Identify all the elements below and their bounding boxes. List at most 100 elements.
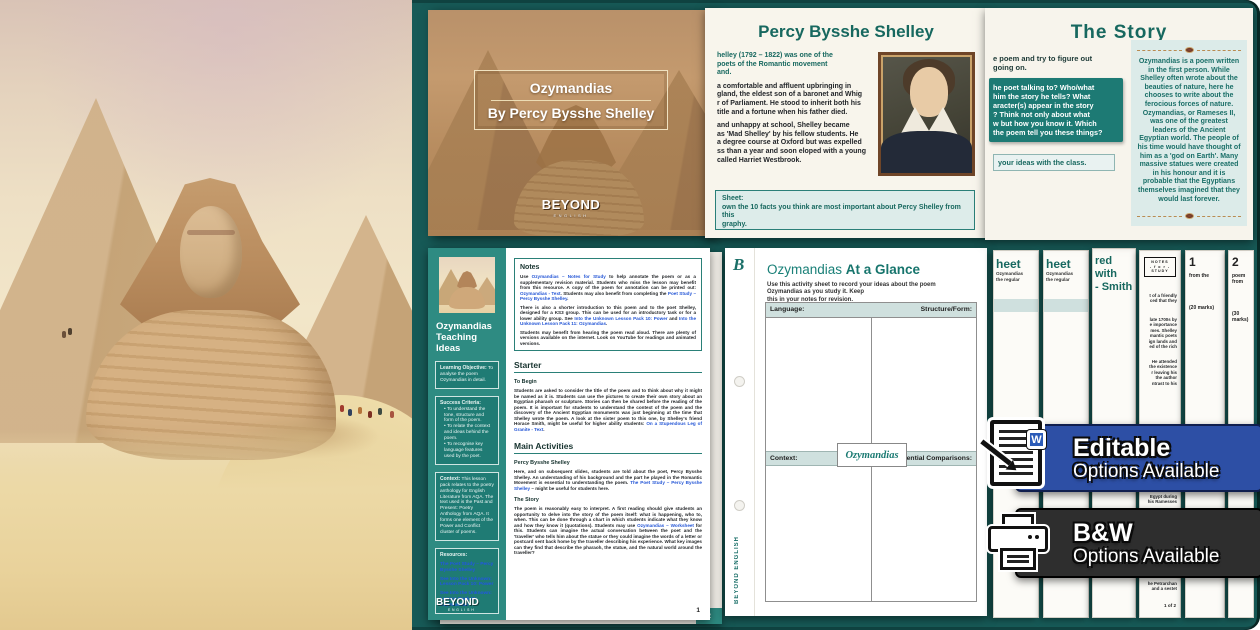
doc-link[interactable]: Ozymandias – Worksheet: [637, 523, 694, 528]
preview-panel: Ozymandias By Percy Bysshe Shelley BEYON…: [412, 0, 1260, 630]
doc-link[interactable]: Ozymandias – Notes for Study: [532, 274, 606, 279]
resource-link-pack-10[interactable]: See Into the Unknown: Lesson Pack 10: Po…: [440, 577, 494, 589]
bw-badge-title: B&W: [1073, 520, 1260, 546]
context-header: Context:: [766, 452, 802, 465]
bio-line: poets of the Romantic movement: [717, 61, 869, 70]
marks-label: (20 marks): [1189, 305, 1224, 311]
bio-line: called Harriet Westbrook.: [717, 157, 869, 166]
page-of-label: 1 of 2: [1164, 603, 1176, 608]
resource-preview-canvas: Ozymandias By Percy Bysshe Shelley BEYON…: [0, 0, 1260, 630]
worksheet-band: [1044, 299, 1088, 312]
tiny-figure: [390, 411, 394, 418]
ozymandias-info-panel: Ozymandias is a poem written in the firs…: [1131, 40, 1247, 226]
beyond-logo-subtext: ENGLISH: [428, 213, 714, 218]
beyond-logo: BEYOND ENGLISH: [436, 597, 479, 612]
scarab-ornament: [1137, 47, 1241, 53]
notes-fragment-group: Egypt during his Ramesses: [1140, 494, 1180, 505]
hole-punch: [734, 500, 745, 511]
sphinx-painting: [0, 0, 416, 630]
language-header: Language:: [766, 303, 871, 317]
story-questions-box: he poet talking to? Who/what him the sto…: [989, 78, 1123, 142]
compare-heading-fragment: - Smith: [1095, 281, 1135, 294]
tiny-figure: [368, 411, 372, 418]
notes-paragraph: Students may benefit from hearing the po…: [520, 330, 696, 347]
title-divider: [491, 100, 651, 101]
compare-heading-fragment: with: [1095, 268, 1135, 281]
glance-title: Ozymandias At a Glance: [767, 262, 920, 277]
bio-line: as 'Mad Shelley' by his fellow students.…: [717, 131, 869, 140]
bio-line: and unhappy at school, Shelley became: [717, 122, 869, 131]
structure-header: Structure/Form:: [871, 303, 976, 317]
beyond-logo: BEYOND ENGLISH: [428, 197, 714, 218]
question-line: w but how you know it. Which: [993, 119, 1119, 128]
resources-heading: Resources:: [440, 552, 467, 558]
poet-slide-preview: Percy Bysshe Shelley helley (1792 – 1822…: [705, 8, 987, 238]
table-header-row: Language: Structure/Form:: [766, 303, 976, 318]
teaching-main-content: Notes Use Ozymandias – Notes for Study t…: [514, 258, 702, 556]
context-box: Context: This lesson pack relates to the…: [435, 472, 499, 541]
task-line: graphy.: [722, 221, 968, 230]
teaching-sidebar: Ozymandias Teaching Ideas Learning Objec…: [428, 248, 506, 620]
scarab-icon: [1185, 47, 1194, 53]
criteria-heading: Success Criteria:: [440, 400, 481, 406]
task-line: own the 10 facts you think are most impo…: [722, 204, 968, 221]
hole-punch: [734, 376, 745, 387]
bio-line: title and a fortune when his father died…: [717, 109, 869, 118]
worksheet-line: the regular: [1046, 277, 1088, 283]
bio-line: gland, the eldest son of a baronet and W…: [717, 91, 869, 100]
worksheet-band: [994, 299, 1038, 312]
question-fragment: from the: [1189, 273, 1224, 279]
marks-label: (30 marks): [1232, 311, 1253, 323]
question-line: him the story he tells? What: [993, 92, 1119, 101]
criteria-item: To understand the tone, structure and fo…: [440, 407, 494, 425]
question-line: ? Think not only about what: [993, 110, 1119, 119]
to-begin-paragraph: Students are asked to consider the title…: [514, 388, 702, 432]
doc-link[interactable]: Into the Unknown Lesson Pack 10: Power: [574, 316, 667, 321]
slide-subtitle: By Percy Bysshe Shelley: [488, 105, 655, 121]
tiny-figure: [378, 408, 382, 415]
main-activities-heading: Main Activities: [514, 441, 702, 454]
activity1-heading: Percy Bysshe Shelley: [514, 460, 702, 466]
task-line: Sheet:: [722, 195, 968, 204]
bio-line: helley (1792 – 1822) was one of the: [717, 52, 869, 61]
info-paragraph: Ozymandias is a poem written in the firs…: [1137, 58, 1241, 208]
starter-heading: Starter: [514, 360, 702, 373]
criteria-item: To recognise key language features used …: [440, 442, 494, 460]
slide-title-frame: Ozymandias By Percy Bysshe Shelley: [474, 70, 668, 130]
word-w-icon: W: [1027, 430, 1046, 449]
story-intro-text: e poem and try to figure out going on.: [993, 54, 1119, 72]
story-slide-preview: The Story e poem and try to figure out g…: [985, 8, 1253, 240]
learning-objective-box: Learning Objective: To analyse the poem …: [435, 361, 499, 389]
beyond-b-mark: B: [733, 255, 754, 275]
bio-line: ss than a year and soon eloped with a yo…: [717, 148, 869, 157]
question-number: 2: [1232, 255, 1253, 269]
scarab-ornament: [1137, 213, 1241, 219]
intro-line: going on.: [993, 63, 1119, 72]
glance-description: Use this activity sheet to record your i…: [767, 282, 972, 304]
sphinx-brow: [187, 230, 235, 235]
doc-link[interactable]: Ozymandias - Text: [520, 291, 561, 296]
printer-icon: [988, 514, 1048, 576]
to-begin-heading: To Begin: [514, 379, 702, 385]
tiny-figure: [348, 409, 352, 416]
beyond-logo-text: BEYOND: [428, 197, 714, 212]
editable-badge-title: Editable: [1073, 435, 1260, 461]
page-number: 1: [696, 607, 700, 614]
title-slide-preview: Ozymandias By Percy Bysshe Shelley BEYON…: [428, 10, 714, 236]
question-line: the poem tell you these things?: [993, 128, 1119, 137]
resource-link-poet-study[interactable]: The Poet Study – Percy Bysshe Shelley: [440, 562, 494, 574]
context-heading: Context:: [440, 476, 460, 482]
worksheet-heading-fragment: heet: [996, 257, 1038, 271]
beyond-vertical-brand: BEYOND ENGLISH: [734, 536, 740, 604]
question-line: aracter(s) appear in the story: [993, 101, 1119, 110]
teaching-pack-title: Ozymandias Teaching Ideas: [436, 321, 499, 354]
tiny-figure: [68, 328, 72, 335]
success-criteria-box: Success Criteria: To understand the tone…: [435, 396, 499, 465]
sphinx-figure: [92, 178, 328, 448]
tiny-figure: [358, 407, 362, 414]
bw-options-badge: B&W Options Available: [1015, 508, 1260, 578]
activity2-heading: The Story: [514, 497, 702, 503]
question-fragment: poem from: [1232, 273, 1253, 285]
notes-for-study-logo: NOTES - f o r - STUDY: [1144, 257, 1176, 277]
scarab-icon: [1185, 213, 1194, 219]
